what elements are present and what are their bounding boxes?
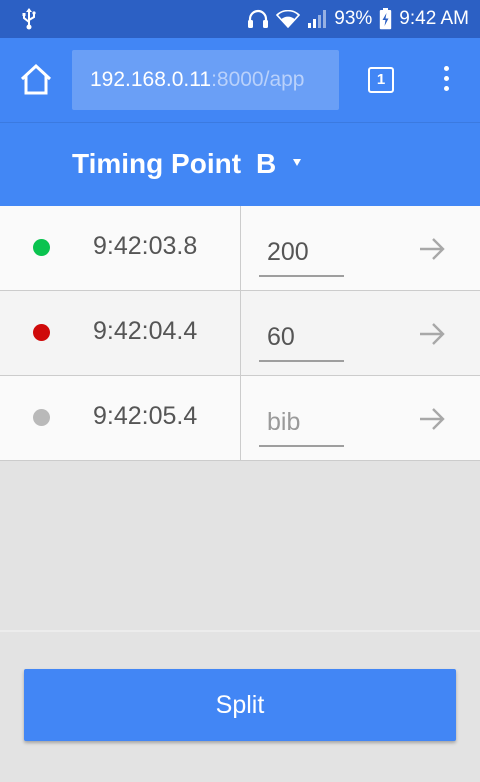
timing-point-label: Timing Point — [72, 148, 242, 179]
battery-percent: 93% — [334, 8, 373, 29]
split-time: 9:42:05.4 — [93, 402, 198, 430]
browser-toolbar: 192.168.0.11:8000/app 1 — [0, 38, 480, 122]
headphones-icon — [247, 9, 269, 29]
url-bar[interactable]: 192.168.0.11:8000/app — [72, 50, 339, 110]
column-divider — [240, 291, 241, 375]
split-button[interactable]: Split — [24, 669, 456, 741]
status-bar: 93% 9:42 AM — [0, 0, 480, 38]
caret-down-icon[interactable] — [293, 159, 301, 166]
more-vert-icon[interactable] — [436, 66, 456, 96]
url-host: 192.168.0.11 — [90, 68, 212, 91]
arrow-right-icon[interactable] — [418, 405, 446, 433]
column-divider — [240, 206, 241, 290]
tabs-icon[interactable]: 1 — [368, 67, 394, 93]
status-icons: 93% 9:42 AM — [247, 0, 469, 38]
signal-icon — [307, 9, 327, 29]
app-header: Timing Point B — [0, 122, 480, 206]
list-item: 9:42:04.4 — [0, 291, 480, 376]
bib-field-wrap — [259, 314, 344, 362]
bib-field-wrap — [259, 399, 344, 447]
usb-icon — [22, 8, 36, 35]
timing-point-select[interactable]: B — [256, 148, 276, 180]
column-divider — [240, 376, 241, 460]
status-dot — [33, 409, 50, 426]
footer-divider — [0, 630, 480, 632]
split-time: 9:42:04.4 — [93, 317, 198, 345]
bib-field-wrap — [259, 229, 344, 277]
split-time: 9:42:03.8 — [93, 232, 198, 260]
status-dot — [33, 239, 50, 256]
bib-input[interactable] — [259, 314, 344, 360]
status-dot — [33, 324, 50, 341]
list-item: 9:42:03.8 — [0, 206, 480, 291]
status-time: 9:42 AM — [399, 8, 469, 29]
bib-input[interactable] — [259, 229, 344, 275]
arrow-right-icon[interactable] — [418, 235, 446, 263]
list-item: 9:42:05.4 — [0, 376, 480, 461]
battery-charging-icon — [379, 8, 392, 30]
url-path: :8000/app — [211, 68, 305, 91]
home-icon[interactable] — [18, 62, 54, 98]
bib-input[interactable] — [259, 399, 344, 445]
split-list: 9:42:03.8 9:42:04.4 9:42:05.4 — [0, 206, 480, 461]
wifi-icon — [276, 10, 301, 28]
arrow-right-icon[interactable] — [418, 320, 446, 348]
